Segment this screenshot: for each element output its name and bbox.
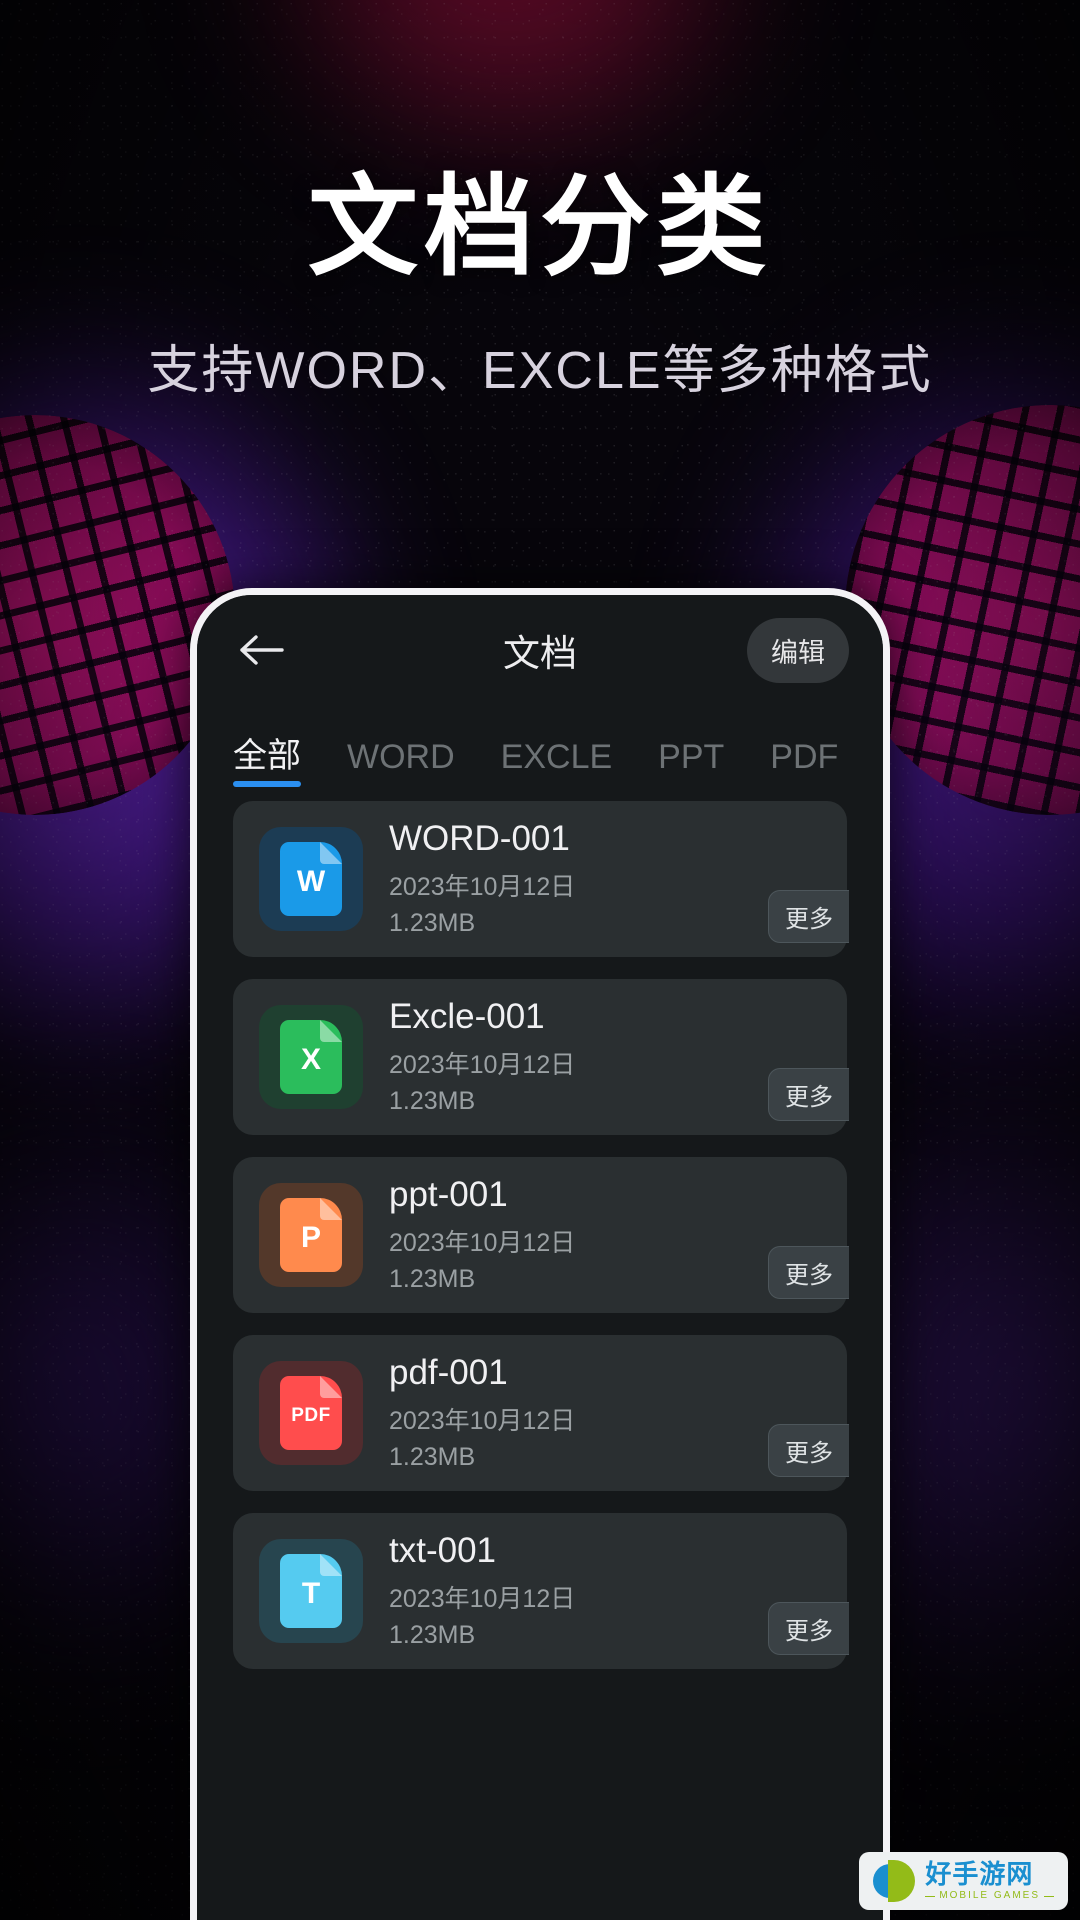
file-size: 1.23MB [389,1264,476,1293]
phone-screen: 文档 编辑 全部WORDEXCLEPPTPDFTXT WWORD-0012023… [197,595,883,1920]
tab-PPT[interactable]: PPT [658,738,724,787]
watermark-en: MOBILE GAMES [925,1891,1054,1901]
file-date: 2023年10月12日 [389,872,576,901]
file-name: txt-001 [389,1530,496,1570]
phone-mockup: 文档 编辑 全部WORDEXCLEPPTPDFTXT WWORD-0012023… [190,588,890,1920]
tab-全部[interactable]: 全部 [233,728,301,787]
file-type-glyph: PDF [291,1405,331,1426]
file-size: 1.23MB [389,1442,476,1471]
watermark-text: 好手游网 MOBILE GAMES [925,1861,1054,1901]
text-file-icon: T [259,1539,363,1643]
glow-top [230,0,790,180]
file-type-glyph: W [296,865,326,898]
file-row[interactable]: PDF pdf-001 2023年10月12日 1.23MB 更多 [233,1335,849,1491]
file-type-glyph: T [301,1577,321,1610]
more-button[interactable]: 更多 [768,1602,849,1655]
excel-file-icon: X [259,1005,363,1109]
tab-WORD[interactable]: WORD [347,738,455,787]
pdf-file-icon: PDF [259,1361,363,1465]
page-title: 文档分类 [308,166,772,289]
file-row[interactable]: Ttxt-001 2023年10月12日 1.23MB 更多 [233,1513,849,1669]
site-watermark: 好手游网 MOBILE GAMES [859,1852,1068,1910]
back-arrow-icon[interactable] [231,620,291,680]
file-row[interactable]: X Excle-001 2023年10月12日 1.23MB 更多 [233,979,849,1135]
word-file-icon: W [259,827,363,931]
headline-block: 文档分类 支持WORD、EXCLE等多种格式 [0,170,1080,403]
file-list: W WORD-001 2023年10月12日 1.23MB 更多 X Excle-001 20… [197,787,883,1669]
page-subtitle: 支持WORD、EXCLE等多种格式 [147,341,933,400]
watermark-cn: 好手游网 [925,1859,1034,1889]
more-button[interactable]: 更多 [768,1424,849,1477]
watermark-logo-icon [873,1860,916,1902]
powerpoint-file-icon: P [259,1183,363,1287]
file-row[interactable]: W WORD-001 2023年10月12日 1.23MB 更多 [233,801,849,957]
file-name: pdf-001 [389,1352,508,1392]
file-row[interactable]: Pppt-001 2023年10月12日 1.23MB 更多 [233,1157,849,1313]
file-name: ppt-001 [389,1174,508,1214]
edit-button[interactable]: 编辑 [747,617,849,683]
more-button[interactable]: 更多 [768,1246,849,1299]
file-size: 1.23MB [389,1086,476,1115]
category-tabs: 全部WORDEXCLEPPTPDFTXT [197,705,883,787]
file-date: 2023年10月12日 [389,1228,576,1257]
file-meta: txt-001 2023年10月12日 1.23MB [389,1530,575,1653]
app-bar: 文档 编辑 [197,595,883,705]
file-date: 2023年10月12日 [389,1406,576,1435]
tab-EXCLE[interactable]: EXCLE [501,738,613,787]
file-name: WORD-001 [389,818,570,858]
tab-PDF[interactable]: PDF [770,738,838,787]
file-meta: WORD-001 2023年10月12日 1.23MB [389,818,575,941]
file-type-glyph: P [300,1221,321,1254]
file-size: 1.23MB [389,1620,476,1649]
file-meta: ppt-001 2023年10月12日 1.23MB [389,1174,575,1297]
file-type-glyph: X [300,1043,321,1076]
file-date: 2023年10月12日 [389,1050,576,1079]
file-size: 1.23MB [389,908,476,937]
file-name: Excle-001 [389,996,545,1036]
file-meta: Excle-001 2023年10月12日 1.23MB [389,996,575,1119]
more-button[interactable]: 更多 [768,1068,849,1121]
more-button[interactable]: 更多 [768,890,849,943]
file-meta: pdf-001 2023年10月12日 1.23MB [389,1352,575,1475]
file-date: 2023年10月12日 [389,1584,576,1613]
